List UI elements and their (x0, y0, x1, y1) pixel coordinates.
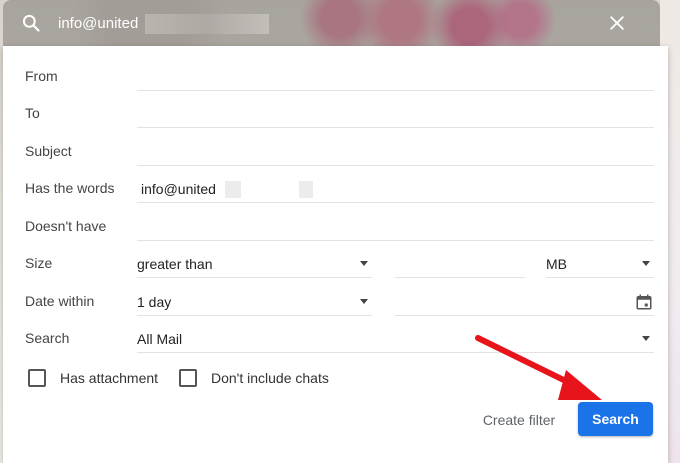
size-row: Size greater than MB (3, 245, 668, 282)
search-scope-row: Search All Mail (3, 320, 668, 357)
has-words-label: Has the words (25, 180, 115, 196)
subject-label: Subject (25, 143, 72, 159)
has-words-row: Has the words info@united (3, 170, 668, 207)
no-chats-option[interactable]: Don't include chats (179, 368, 339, 388)
redacted-region (145, 14, 269, 34)
doesnt-have-label: Doesn't have (25, 218, 107, 234)
size-unit-select[interactable]: MB (546, 249, 654, 278)
size-operator-select[interactable]: greater than (137, 249, 372, 278)
size-label: Size (25, 255, 53, 271)
chevron-down-icon (642, 336, 650, 341)
advanced-search-panel: From To Subject Has the words info@unite… (3, 46, 668, 463)
date-input[interactable] (395, 287, 654, 316)
chevron-down-icon (642, 261, 650, 266)
subject-row: Subject (3, 133, 668, 170)
from-row: From (3, 58, 668, 95)
date-within-select[interactable]: 1 day (137, 287, 372, 316)
has-attachment-option[interactable]: Has attachment (28, 368, 168, 388)
create-filter-button[interactable]: Create filter (473, 404, 565, 436)
date-within-row: Date within 1 day (3, 283, 668, 320)
close-icon[interactable] (607, 13, 627, 33)
redacted-region (225, 181, 241, 198)
search-icon (22, 14, 40, 32)
from-label: From (25, 68, 58, 84)
redacted-region (299, 181, 313, 198)
doesnt-have-row: Doesn't have (3, 208, 668, 245)
chevron-down-icon (360, 261, 368, 266)
size-value-input[interactable] (395, 249, 525, 278)
options-row: Has attachment Don't include chats (3, 364, 668, 390)
no-chats-checkbox[interactable] (179, 369, 197, 387)
search-scope-select[interactable]: All Mail (137, 324, 654, 353)
has-words-value: info@united (141, 181, 216, 197)
no-chats-label: Don't include chats (211, 370, 329, 386)
search-bar[interactable]: info@united (3, 0, 660, 46)
search-query-text[interactable]: info@united (58, 15, 138, 33)
size-unit-value: MB (546, 256, 567, 272)
subject-field[interactable] (137, 137, 654, 166)
to-field[interactable] (137, 99, 654, 128)
search-scope-value: All Mail (137, 331, 183, 347)
to-row: To (3, 95, 668, 132)
calendar-icon[interactable] (635, 293, 653, 311)
chevron-down-icon (360, 299, 368, 304)
from-field[interactable] (137, 62, 654, 91)
has-words-field[interactable]: info@united (137, 174, 654, 203)
has-attachment-label: Has attachment (60, 370, 159, 386)
search-scope-label: Search (25, 330, 70, 346)
date-within-label: Date within (25, 293, 95, 309)
date-within-value: 1 day (137, 294, 172, 310)
size-operator-value: greater than (137, 256, 213, 272)
has-attachment-checkbox[interactable] (28, 369, 46, 387)
to-label: To (25, 105, 40, 121)
doesnt-have-field[interactable] (137, 212, 654, 241)
search-button[interactable]: Search (578, 402, 653, 436)
